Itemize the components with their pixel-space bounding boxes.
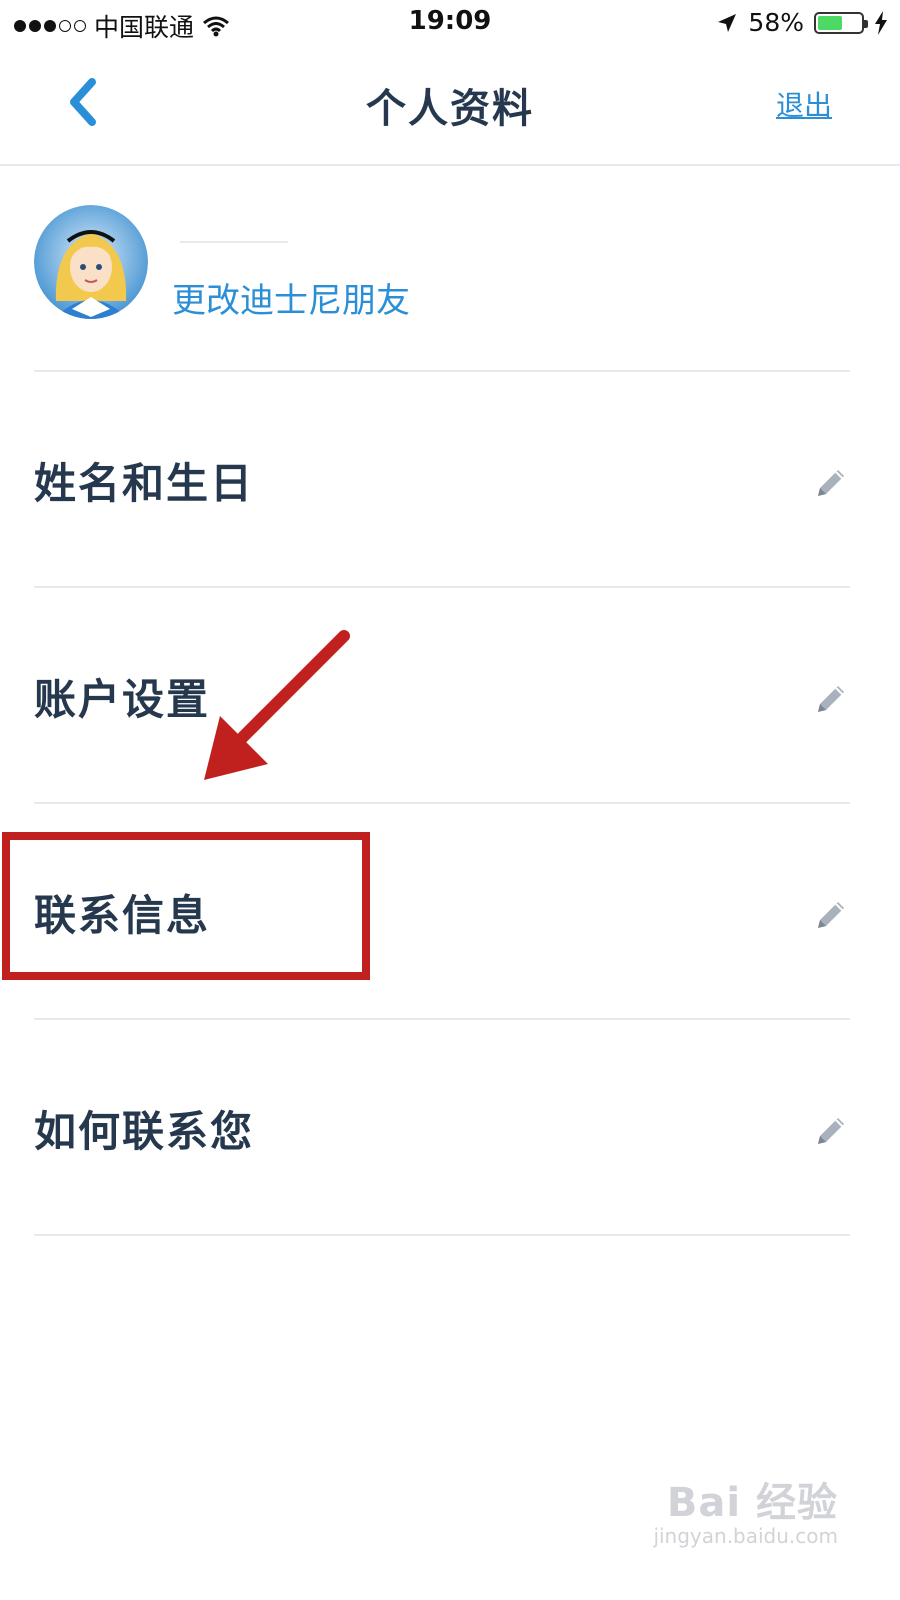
location-arrow-icon xyxy=(718,13,737,32)
battery-percent: 58% xyxy=(748,8,804,37)
row-account-settings[interactable]: 账户设置 xyxy=(34,586,850,804)
status-right: 58% xyxy=(716,8,888,37)
battery-icon xyxy=(814,11,868,34)
baidu-watermark: Bai 经验 jingyan.baidu.com xyxy=(653,1470,838,1548)
pencil-icon[interactable] xyxy=(814,466,848,500)
battery-level xyxy=(818,15,843,30)
logout-link[interactable]: 退出 xyxy=(776,84,832,124)
avatar[interactable] xyxy=(34,205,148,319)
watermark-sub: jingyan.baidu.com xyxy=(653,1524,838,1548)
nav-bar: 个人资料 退出 xyxy=(0,44,900,166)
charging-icon xyxy=(875,10,887,35)
row-how-to-contact[interactable]: 如何联系您 xyxy=(34,1018,850,1236)
alice-avatar-image xyxy=(34,205,148,319)
pencil-icon[interactable] xyxy=(814,898,848,932)
pencil-icon[interactable] xyxy=(814,1114,848,1148)
pencil-icon[interactable] xyxy=(814,682,848,716)
row-label: 账户设置 xyxy=(34,675,211,724)
name-placeholder-divider xyxy=(180,241,288,243)
annotation-highlight-box xyxy=(2,832,370,980)
row-label: 如何联系您 xyxy=(34,1107,255,1156)
page-title: 个人资料 xyxy=(366,86,534,132)
change-disney-friend-link[interactable]: 更改迪士尼朋友 xyxy=(172,273,410,322)
annotation-arrow-icon xyxy=(204,630,350,780)
row-name-birthday[interactable]: 姓名和生日 xyxy=(34,370,850,588)
watermark-main: Bai 经验 xyxy=(666,1480,838,1526)
profile-header: 更改迪士尼朋友 xyxy=(34,205,850,372)
row-label: 姓名和生日 xyxy=(34,459,255,508)
status-bar: 中国联通 19:09 58% xyxy=(0,0,900,44)
